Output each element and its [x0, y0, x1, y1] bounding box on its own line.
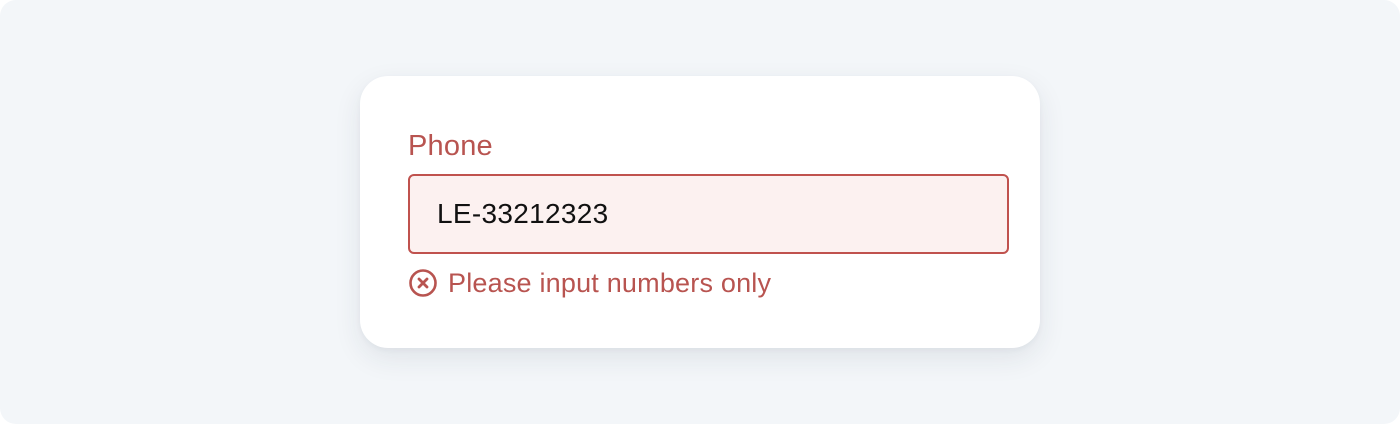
phone-form-card: Phone Please input numbers only — [360, 76, 1040, 348]
phone-input[interactable] — [408, 174, 1009, 254]
error-message-row: Please input numbers only — [408, 266, 771, 300]
page-background: Phone Please input numbers only — [0, 0, 1400, 424]
close-circle-icon — [408, 268, 438, 298]
phone-label: Phone — [408, 130, 493, 162]
error-message: Please input numbers only — [448, 268, 772, 298]
